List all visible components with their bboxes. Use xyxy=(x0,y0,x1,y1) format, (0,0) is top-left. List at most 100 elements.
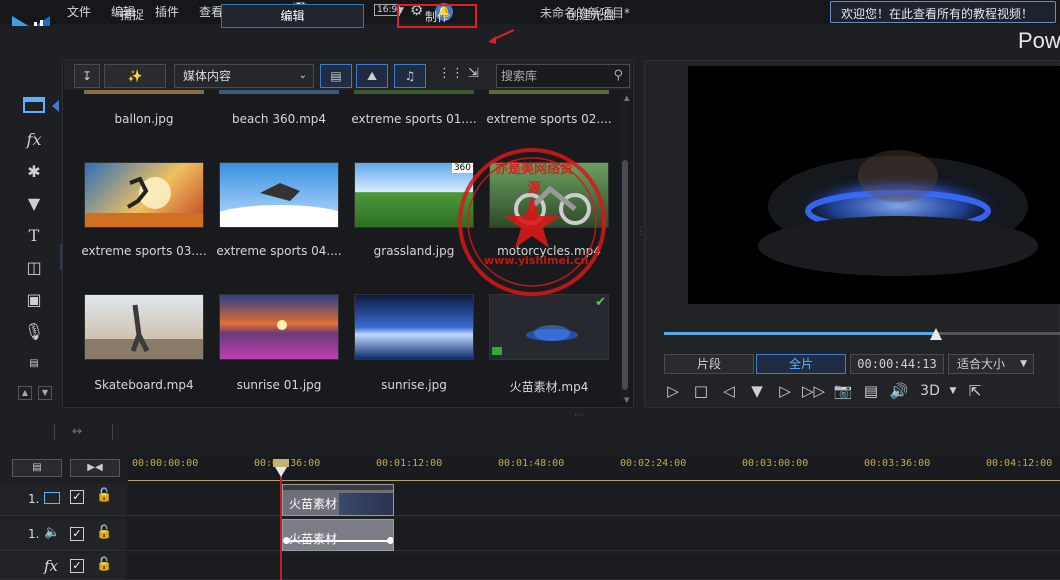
import-media-button[interactable]: ↧ xyxy=(74,64,100,88)
scroll-down-arrow-icon[interactable]: ▼ xyxy=(624,396,629,404)
brand-text: Pow xyxy=(1018,28,1060,53)
fit-to-window-button[interactable]: ▶◀ xyxy=(70,459,120,477)
fit-size-label: 适合大小 xyxy=(957,357,1006,371)
grid-view-icon[interactable]: ⋮⋮ xyxy=(438,66,464,81)
seek-knob[interactable] xyxy=(930,328,942,340)
thumbnail[interactable] xyxy=(354,294,474,360)
fast-forward-icon[interactable]: ▷▷ xyxy=(802,380,825,402)
track-enable-checkbox[interactable]: ✓ xyxy=(70,559,84,573)
particle-room-icon[interactable]: ▼ xyxy=(22,192,46,216)
audio-clip[interactable]: 火苗素材 xyxy=(282,519,394,551)
ruler-tick-label: 00:03:36:00 xyxy=(864,458,931,469)
media-label: Skateboard.mp4 xyxy=(94,378,194,392)
ruler-tick-label: 00:01:12:00 xyxy=(376,458,443,469)
thumbnail[interactable] xyxy=(354,90,474,94)
tab-create-disc[interactable]: 创建光盘 xyxy=(551,4,631,28)
seek-bar-progress[interactable] xyxy=(664,332,936,335)
stop-icon[interactable]: □ xyxy=(690,380,712,402)
subtitle-room-icon[interactable]: ▤ xyxy=(22,352,46,376)
thumbnail[interactable]: ✔ xyxy=(489,294,609,360)
chapter-room-icon[interactable]: ▣ xyxy=(22,288,46,312)
seek-bar-track[interactable] xyxy=(936,332,1060,335)
media-room-icon[interactable] xyxy=(22,96,46,120)
volume-keyframe[interactable] xyxy=(283,537,290,544)
annotation-arrow xyxy=(488,29,515,44)
clip-mode-button[interactable]: 片段 xyxy=(664,354,754,374)
lock-icon[interactable]: 🔓 xyxy=(96,525,112,540)
menu-file[interactable]: 文件 xyxy=(67,3,91,20)
media-label: extreme sports 03.... xyxy=(81,244,207,258)
undock-icon[interactable]: ⇱ xyxy=(964,380,986,402)
subtitle-icon[interactable]: ▤ xyxy=(860,380,882,402)
tab-edit[interactable]: 编辑 xyxy=(221,4,364,28)
scroll-up-arrow-icon[interactable]: ▲ xyxy=(624,94,629,102)
tab-capture[interactable]: 捕捉 xyxy=(92,4,172,28)
ruler-tick-label: 00:00:00:00 xyxy=(132,458,199,469)
menu-view[interactable]: 查看 xyxy=(199,3,223,20)
3d-mode-button[interactable]: 3D xyxy=(918,380,942,402)
filter-audio-button[interactable]: ♫ xyxy=(394,64,426,88)
library-scroll-thumb[interactable] xyxy=(622,160,628,390)
lock-icon[interactable]: 🔓 xyxy=(96,488,112,503)
active-indicator xyxy=(52,100,59,112)
track-enable-checkbox[interactable]: ✓ xyxy=(70,490,84,504)
title-room-icon[interactable]: T xyxy=(22,224,46,248)
mode-bar xyxy=(0,26,1060,56)
tab-produce[interactable]: 制作 xyxy=(397,4,477,28)
scroll-down-icon[interactable]: ▼ xyxy=(38,386,52,400)
thumbnail[interactable] xyxy=(219,294,339,360)
media-label: 火苗素材.mp4 xyxy=(509,380,589,394)
playhead-marker[interactable] xyxy=(272,459,290,479)
thumbnail[interactable] xyxy=(219,90,339,94)
track-header-video: 1. ✓ 🔓 xyxy=(0,484,126,516)
media-label: sunrise.jpg xyxy=(381,378,447,392)
split-icon[interactable]: ▼ xyxy=(746,380,768,402)
track-number: 1. xyxy=(28,527,40,541)
volume-line[interactable] xyxy=(285,540,391,542)
media-label: sunrise 01.jpg xyxy=(236,378,322,392)
media-content-select[interactable]: 媒体内容 ⌄ xyxy=(174,64,314,88)
next-frame-icon[interactable]: ▷ xyxy=(774,380,796,402)
volume-icon[interactable]: 🔊 xyxy=(888,380,910,402)
chevron-down-icon[interactable]: ▼ xyxy=(942,380,964,402)
thumbnail[interactable] xyxy=(84,90,204,94)
search-placeholder: 搜索库 xyxy=(501,69,538,83)
search-input[interactable]: 搜索库 ⚲ xyxy=(496,64,630,88)
previous-frame-icon[interactable]: ◁ xyxy=(718,380,740,402)
thumbnail[interactable] xyxy=(219,162,339,228)
scroll-up-icon[interactable]: ▲ xyxy=(18,386,32,400)
thumbnail[interactable] xyxy=(84,162,204,228)
track-enable-checkbox[interactable]: ✓ xyxy=(70,527,84,541)
thumbnail[interactable] xyxy=(489,90,609,94)
video-clip[interactable]: 火苗素材 xyxy=(282,484,394,516)
track-header-audio: 1. 🔈 ✓ 🔓 xyxy=(0,519,126,551)
app-window: 文件 编辑 插件 查看 播放 💾 ↶ ↷ 16:9 ▼ ⚙ 🔔 未命名的新项目*… xyxy=(0,0,1060,580)
movie-mode-button[interactable]: 全片 xyxy=(756,354,846,374)
video-track[interactable] xyxy=(128,484,1060,516)
fit-size-select[interactable]: 适合大小 ▼ xyxy=(948,354,1034,374)
track-header-fx: fx ✓ 🔓 xyxy=(0,553,126,580)
fit-timeline-icon[interactable]: ↔ xyxy=(72,424,82,438)
expand-icon[interactable]: ⇲ xyxy=(468,66,479,81)
play-icon[interactable]: ▷ xyxy=(662,380,684,402)
lock-icon[interactable]: 🔓 xyxy=(96,557,112,572)
clip-thumbnail xyxy=(339,493,393,515)
plugin-button[interactable]: ✨ xyxy=(104,64,166,88)
camera-icon[interactable]: 📷 xyxy=(832,380,854,402)
ruler-tick-label: 00:03:00:00 xyxy=(742,458,809,469)
video-track-icon xyxy=(44,492,60,504)
transition-room-icon[interactable]: ◫ xyxy=(22,256,46,280)
pip-room-icon[interactable]: ✱ xyxy=(22,160,46,184)
microphone-icon[interactable]: 🎙 xyxy=(22,320,46,344)
timecode-display[interactable]: 00:00:44:13 xyxy=(850,354,944,374)
volume-keyframe[interactable] xyxy=(387,537,393,544)
filter-video-button[interactable]: ▤ xyxy=(320,64,352,88)
track-manager-button[interactable]: ▤ xyxy=(12,459,62,477)
playhead-line[interactable] xyxy=(280,462,282,580)
welcome-banner[interactable]: 欢迎您！在此查看所有的教程视频！ xyxy=(830,1,1056,23)
fx-room-icon[interactable]: fx xyxy=(22,128,46,152)
audio-track[interactable] xyxy=(128,519,1060,551)
fx-track[interactable] xyxy=(128,553,1060,580)
filter-image-button[interactable]: ⛰ xyxy=(356,64,388,88)
thumbnail[interactable] xyxy=(84,294,204,360)
